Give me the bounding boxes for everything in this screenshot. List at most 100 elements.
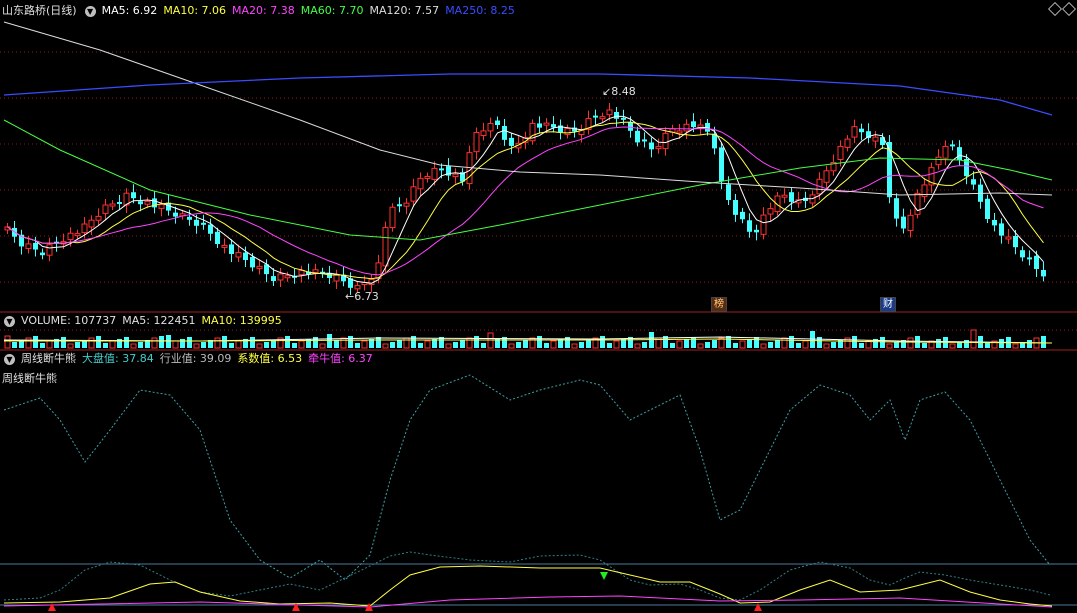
candle-body	[95, 215, 102, 221]
candle-body	[649, 142, 654, 150]
indicator-coefficient-value: 系数值: 6.53	[237, 352, 303, 365]
finance-badge[interactable]: 财	[880, 297, 896, 312]
candle-body	[473, 132, 480, 153]
volume-bar	[907, 337, 914, 349]
volume-bar	[319, 343, 326, 349]
volume-bar	[285, 336, 290, 348]
candle-body	[628, 122, 633, 131]
volume-bar	[445, 343, 452, 349]
low-arrow-icon: ←	[345, 290, 355, 303]
volume-bar	[61, 337, 66, 348]
candle-body	[229, 244, 234, 254]
volume-bar	[453, 342, 458, 348]
volume-bar	[999, 339, 1004, 348]
volume-bar	[747, 339, 752, 348]
volume-bar	[361, 340, 368, 349]
candle-body	[250, 257, 255, 268]
indicator-subtitle-text: 周线断牛熊	[2, 372, 57, 385]
volume-bar	[256, 343, 263, 349]
volume-bar	[613, 340, 620, 349]
candle-body	[187, 216, 192, 220]
volume-bar	[25, 337, 32, 349]
volume-bar	[852, 336, 857, 348]
ma10-label: MA10: 7.06	[163, 4, 227, 17]
candle-body	[389, 206, 396, 229]
volume-bar	[75, 342, 80, 348]
candle-body	[1005, 236, 1012, 240]
volume-bar	[831, 342, 836, 348]
ma250-line	[3, 73, 1053, 116]
high-arrow-icon: ↙	[602, 85, 612, 98]
sell-arrow-icon	[600, 572, 608, 580]
candle-body	[1041, 270, 1046, 277]
candle-body	[691, 121, 696, 128]
volume-bar	[760, 343, 767, 349]
candle-body	[635, 130, 640, 143]
ma5-label: MA5: 6.92	[101, 4, 158, 17]
candle-body	[823, 170, 830, 183]
volume-bar	[733, 343, 738, 348]
volume-bar	[88, 337, 95, 349]
candle-body	[733, 200, 738, 215]
volume-bar	[340, 337, 347, 349]
candle-body	[719, 147, 724, 182]
volume-bar	[159, 336, 164, 348]
volume-bar	[187, 337, 192, 348]
ma20-label: MA20: 7.38	[232, 4, 295, 17]
main-header: 山东路桥(日线) ▼ MA5: 6.92 MA10: 7.06 MA20: 7.…	[2, 3, 521, 19]
volume-bar	[397, 340, 402, 348]
candle-body	[271, 276, 276, 281]
volume-bar	[4, 335, 11, 349]
candle-body	[683, 123, 690, 132]
volume-bar	[424, 340, 431, 349]
volume-bar	[382, 343, 389, 349]
volume-bar	[600, 336, 605, 348]
coefficient-line	[3, 565, 1053, 607]
candle-body	[194, 219, 199, 226]
volume-bar	[1012, 343, 1019, 349]
volume-bar	[355, 343, 360, 348]
volume-bar	[109, 340, 116, 349]
volume-bar	[880, 337, 885, 348]
price-chart[interactable]	[0, 0, 1077, 613]
volume-bar	[40, 343, 45, 348]
volume-bar	[754, 337, 759, 348]
candle-body	[158, 204, 165, 209]
candle-body	[403, 202, 410, 207]
candle-body	[495, 120, 500, 125]
candle-body	[46, 244, 53, 256]
volume-bar	[936, 339, 941, 348]
candle-body	[452, 173, 459, 178]
candle-body	[1020, 250, 1025, 258]
candle-body	[382, 227, 389, 267]
volume-bar	[726, 336, 731, 348]
volume-bar	[327, 334, 332, 348]
candle-body	[102, 204, 109, 214]
volume-label: VOLUME: 107737	[21, 314, 117, 327]
volume-bar	[201, 342, 206, 348]
volume-bar	[124, 337, 129, 348]
candle-body	[221, 244, 228, 248]
volume-bar	[985, 343, 990, 348]
candle-body	[950, 144, 955, 147]
candle-body	[543, 122, 550, 126]
chevron-down-icon[interactable]: ▼	[84, 5, 96, 17]
candle-body	[760, 214, 767, 235]
chevron-down-icon[interactable]: ▼	[4, 353, 15, 365]
ma120-label: MA120: 7.57	[369, 4, 440, 17]
volume-bar	[922, 343, 927, 348]
low-price-text: 6.73	[354, 290, 379, 303]
volume-bar	[334, 340, 339, 348]
buy-arrow-icon	[754, 603, 762, 611]
volume-bar	[796, 343, 801, 348]
chevron-down-icon[interactable]: ▼	[4, 315, 15, 327]
volume-ma5-label: MA5: 122451	[122, 314, 196, 327]
volume-bar	[298, 340, 305, 349]
volume-bar	[894, 342, 899, 348]
rank-badge[interactable]: 榜	[711, 297, 727, 312]
candle-body	[621, 117, 626, 120]
stock-title: 山东路桥(日线)	[2, 4, 77, 17]
volume-bar	[789, 336, 794, 348]
candle-body	[712, 133, 717, 149]
candle-body	[424, 175, 431, 179]
